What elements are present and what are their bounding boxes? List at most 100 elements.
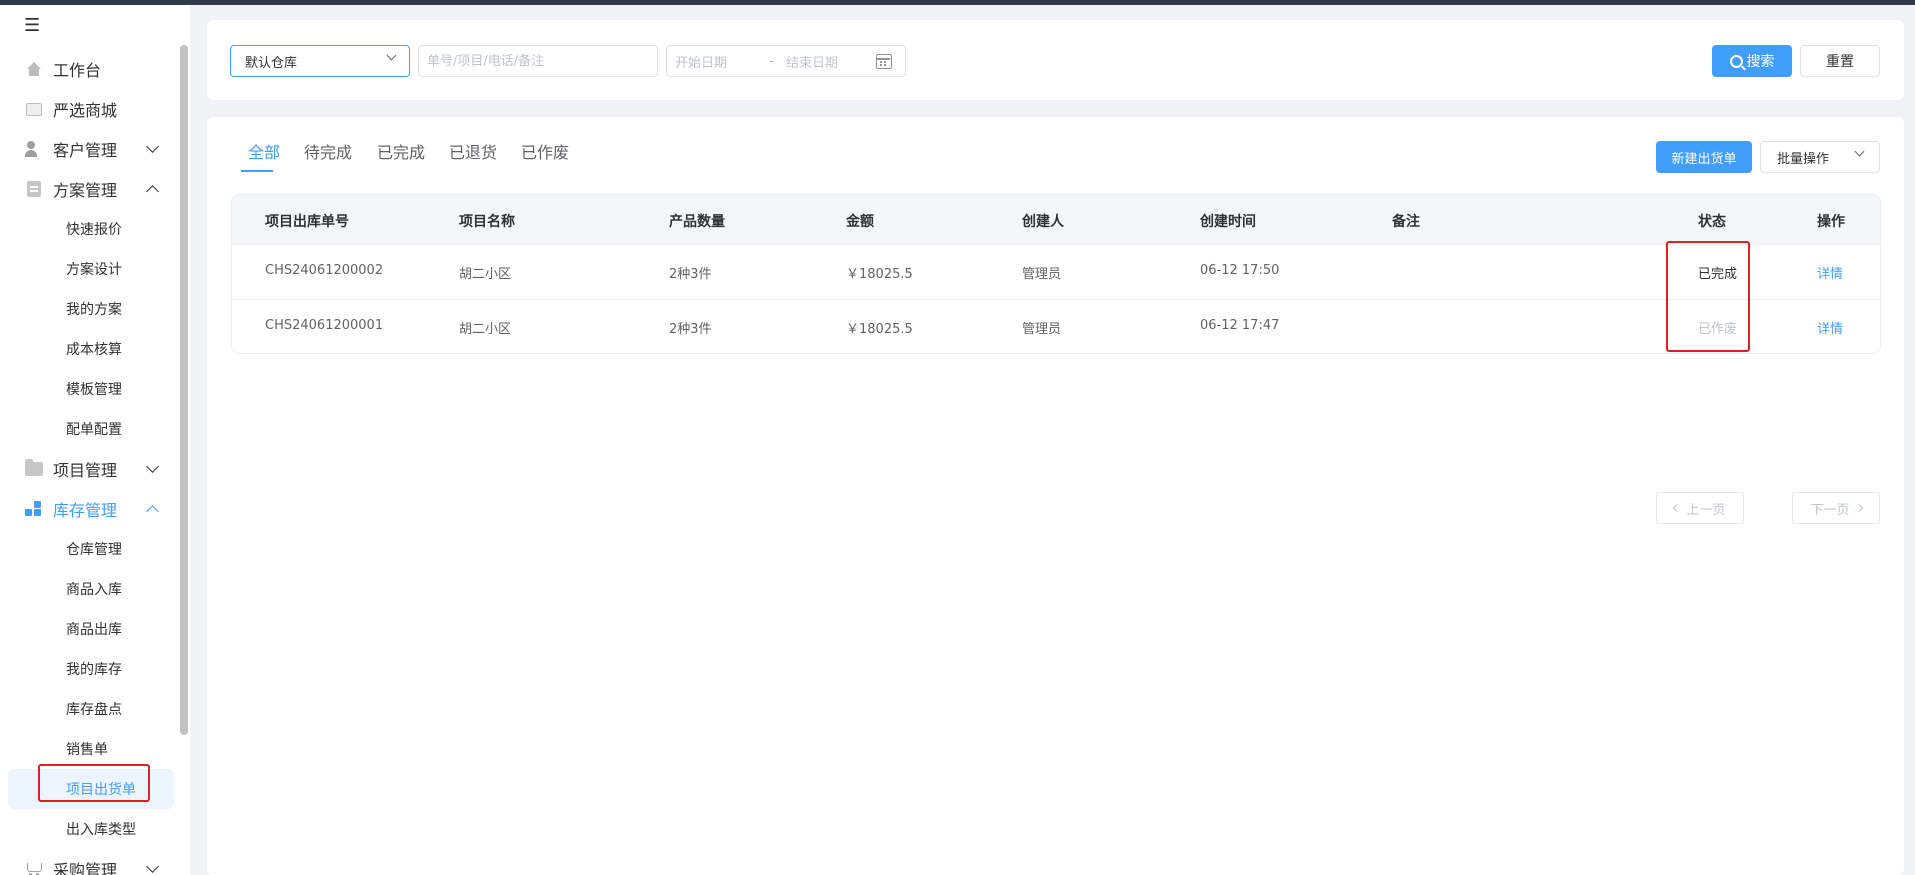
detail-link[interactable]: 详情 xyxy=(1817,318,1843,337)
sidebar-subitem-label: 出入库类型 xyxy=(66,822,136,838)
chevron-down-icon[interactable] xyxy=(142,459,162,479)
window-top-bar xyxy=(0,0,1915,5)
document-icon xyxy=(24,179,44,199)
sidebar-subitem-label: 成本核算 xyxy=(66,342,122,358)
sidebar-subitem-my-stock[interactable]: 我的库存 xyxy=(0,649,176,689)
sidebar-subitem-label: 销售单 xyxy=(66,742,108,758)
warehouse-select-value: 默认仓库 xyxy=(245,55,298,71)
column-header: 创建时间 xyxy=(1200,214,1256,230)
sidebar-item-label: 方案管理 xyxy=(53,181,118,200)
reset-button-label: 重置 xyxy=(1826,54,1854,70)
table-row[interactable]: CHS24061200002 胡二小区 2种3件 ￥18025.5 管理员 06… xyxy=(232,245,1880,300)
warehouse-select[interactable]: 默认仓库 xyxy=(230,45,410,77)
search-button-label: 搜索 xyxy=(1746,54,1775,70)
sidebar-subitem-order-config[interactable]: 配单配置 xyxy=(0,409,176,449)
active-tab-indicator xyxy=(241,170,273,172)
sidebar: ☰ 工作台 严选商城 客户管理 方案管理 快速报价 方案设计 我的方案 成本核算… xyxy=(0,5,190,875)
sidebar-subitem-label: 商品入库 xyxy=(66,582,122,598)
sidebar-subitem-label: 仓库管理 xyxy=(66,542,122,558)
cell-creator: 管理员 xyxy=(1022,267,1062,282)
sidebar-item-purchasing[interactable]: 采购管理 xyxy=(0,849,176,875)
sidebar-subitem-sales-order[interactable]: 销售单 xyxy=(0,729,176,769)
sidebar-subitem-label: 我的库存 xyxy=(66,662,122,678)
sidebar-subitem-label: 方案设计 xyxy=(66,262,122,278)
sidebar-subitem-my-schemes[interactable]: 我的方案 xyxy=(0,289,176,329)
column-header: 产品数量 xyxy=(669,214,725,230)
sidebar-item-label: 项目管理 xyxy=(53,461,118,480)
sidebar-subitem-stocktake[interactable]: 库存盘点 xyxy=(0,689,176,729)
sidebar-item-label: 工作台 xyxy=(53,61,102,80)
new-shipment-button[interactable]: 新建出货单 xyxy=(1656,141,1752,173)
cell-created-time: 06-12 17:47 xyxy=(1200,318,1280,333)
sidebar-subitem-project-shipment[interactable]: 项目出货单 xyxy=(8,769,174,809)
sidebar-item-label: 客户管理 xyxy=(53,141,118,160)
prev-page-label: 上一页 xyxy=(1686,502,1726,518)
tab-pending[interactable]: 待完成 xyxy=(304,139,352,163)
calendar-icon xyxy=(876,54,892,69)
batch-actions-label: 批量操作 xyxy=(1777,151,1830,167)
sidebar-item-projects[interactable]: 项目管理 xyxy=(0,449,176,489)
sidebar-subitem-label: 商品出库 xyxy=(66,622,122,638)
cell-quantity: 2种3件 xyxy=(669,267,712,282)
image-icon xyxy=(24,99,44,119)
sidebar-item-schemes[interactable]: 方案管理 xyxy=(0,169,176,209)
tab-completed[interactable]: 已完成 xyxy=(377,139,425,163)
blocks-icon xyxy=(24,499,44,519)
cell-amount: ￥18025.5 xyxy=(846,267,913,282)
sidebar-scrollbar[interactable] xyxy=(180,45,188,735)
reset-button[interactable]: 重置 xyxy=(1800,45,1880,77)
sidebar-subitem-cost-accounting[interactable]: 成本核算 xyxy=(0,329,176,369)
next-page-label: 下一页 xyxy=(1810,502,1850,518)
sidebar-subitem-label: 模板管理 xyxy=(66,382,122,398)
status-badge: 已作废 xyxy=(1698,322,1738,337)
search-icon xyxy=(1729,54,1743,68)
sidebar-item-inventory[interactable]: 库存管理 xyxy=(0,489,176,529)
cell-creator: 管理员 xyxy=(1022,322,1062,337)
home-icon xyxy=(24,59,44,79)
sidebar-subitem-io-types[interactable]: 出入库类型 xyxy=(0,809,176,849)
tab-returned[interactable]: 已退货 xyxy=(449,139,497,163)
chevron-down-icon[interactable] xyxy=(142,139,162,159)
sidebar-subitem-warehouse-management[interactable]: 仓库管理 xyxy=(0,529,176,569)
sidebar-subitem-template-management[interactable]: 模板管理 xyxy=(0,369,176,409)
sidebar-item-workbench[interactable]: 工作台 xyxy=(0,49,176,89)
tab-voided[interactable]: 已作废 xyxy=(521,139,569,163)
batch-actions-dropdown[interactable]: 批量操作 xyxy=(1760,141,1880,173)
detail-link[interactable]: 详情 xyxy=(1817,263,1843,282)
collapse-menu-icon[interactable]: ☰ xyxy=(24,17,46,35)
sidebar-item-label: 库存管理 xyxy=(53,501,118,520)
filter-bar: 默认仓库 开始日期 - 结束日期 搜索 重置 xyxy=(207,20,1904,100)
chevron-down-icon xyxy=(1854,146,1865,157)
sidebar-subitem-quick-quote[interactable]: 快速报价 xyxy=(0,209,176,249)
sidebar-subitem-stock-in[interactable]: 商品入库 xyxy=(0,569,176,609)
main-panel: 全部 待完成 已完成 已退货 已作废 新建出货单 批量操作 项目出库单号 项目名… xyxy=(207,117,1904,875)
chevron-down-icon xyxy=(386,50,397,61)
sidebar-subitem-scheme-design[interactable]: 方案设计 xyxy=(0,249,176,289)
sidebar-item-customers[interactable]: 客户管理 xyxy=(0,129,176,169)
cell-order-no: CHS24061200002 xyxy=(265,263,384,278)
sidebar-subitem-stock-out[interactable]: 商品出库 xyxy=(0,609,176,649)
sidebar-subitem-label: 快速报价 xyxy=(66,222,122,238)
chevron-up-icon[interactable] xyxy=(142,499,162,519)
chevron-up-icon[interactable] xyxy=(142,179,162,199)
sidebar-item-label: 采购管理 xyxy=(53,861,118,875)
new-shipment-button-label: 新建出货单 xyxy=(1671,151,1737,167)
status-badge: 已完成 xyxy=(1698,267,1738,282)
sidebar-subitem-label: 我的方案 xyxy=(66,302,122,318)
table-row[interactable]: CHS24061200001 胡二小区 2种3件 ￥18025.5 管理员 06… xyxy=(232,300,1880,353)
next-page-button[interactable]: 下一页 xyxy=(1792,492,1880,524)
date-end-field[interactable]: 结束日期 xyxy=(786,52,838,71)
chevron-right-icon xyxy=(1854,503,1863,513)
sidebar-item-mall[interactable]: 严选商城 xyxy=(0,89,176,129)
sidebar-subitem-label: 配单配置 xyxy=(66,422,122,438)
search-input[interactable] xyxy=(418,45,658,77)
tab-all[interactable]: 全部 xyxy=(248,139,280,163)
cell-created-time: 06-12 17:50 xyxy=(1200,263,1280,278)
chevron-down-icon[interactable] xyxy=(142,859,162,875)
date-range-picker[interactable]: 开始日期 - 结束日期 xyxy=(666,45,906,77)
search-button[interactable]: 搜索 xyxy=(1712,45,1792,77)
prev-page-button[interactable]: 上一页 xyxy=(1656,492,1744,524)
column-header: 备注 xyxy=(1392,214,1420,230)
column-header: 项目出库单号 xyxy=(265,214,349,230)
date-start-field[interactable]: 开始日期 xyxy=(675,52,727,71)
